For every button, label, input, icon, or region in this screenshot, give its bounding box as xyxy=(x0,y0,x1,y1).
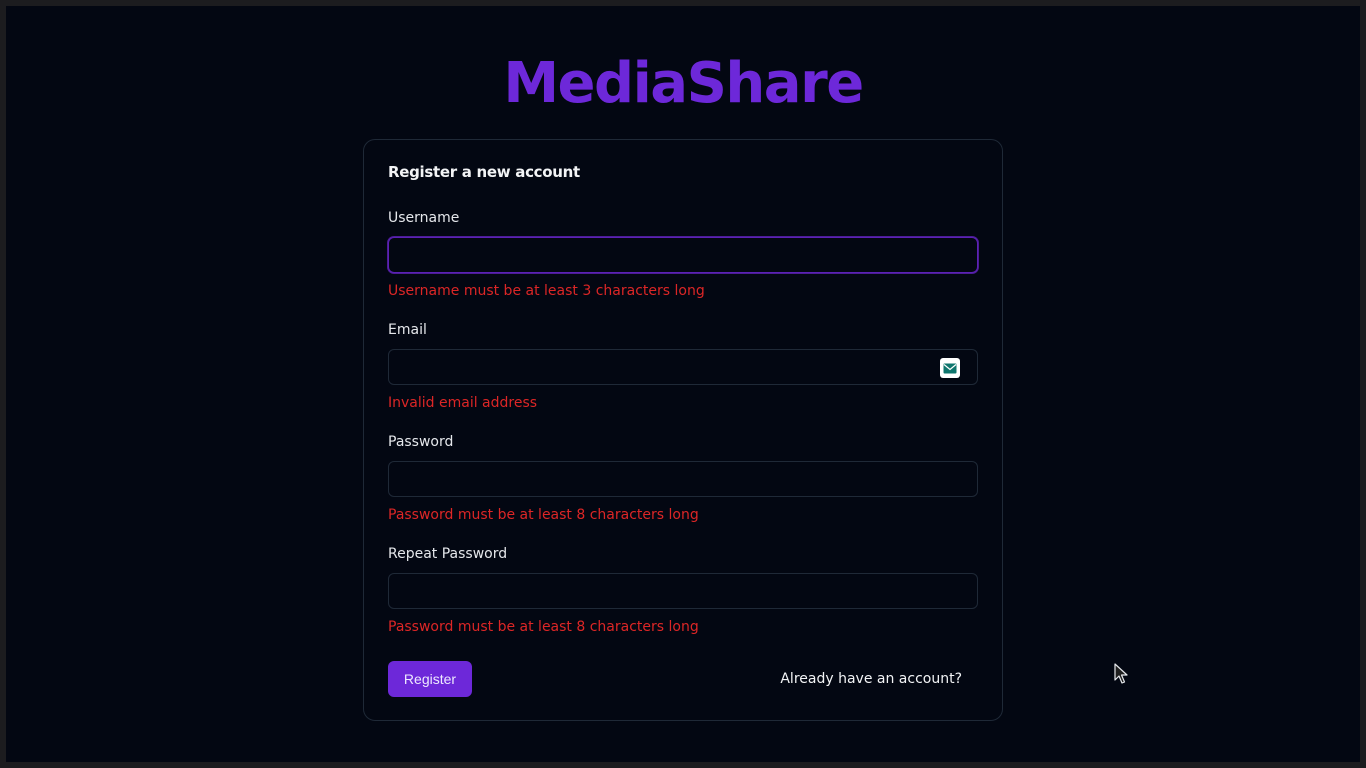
password-label: Password xyxy=(388,434,454,450)
repeat-password-input[interactable] xyxy=(388,573,978,609)
password-field-group: Password Password must be at least 8 cha… xyxy=(388,432,978,525)
mail-icon[interactable] xyxy=(940,358,960,378)
username-label: Username xyxy=(388,210,460,226)
email-field-group: Email Invalid email address xyxy=(388,320,978,413)
email-input[interactable] xyxy=(388,349,978,385)
login-link[interactable]: Already have an account? xyxy=(780,669,962,689)
username-error: Username must be at least 3 characters l… xyxy=(388,283,705,299)
password-error: Password must be at least 8 characters l… xyxy=(388,507,699,523)
repeat-password-label: Repeat Password xyxy=(388,546,508,562)
app-window: MediaShare Register a new account Userna… xyxy=(6,6,1360,762)
form-title: Register a new account xyxy=(388,163,580,181)
register-button[interactable]: Register xyxy=(388,661,472,697)
brand-title: MediaShare xyxy=(503,51,864,116)
register-form: Register a new account Username Username… xyxy=(363,139,1003,721)
repeat-password-field-group: Repeat Password Password must be at leas… xyxy=(388,544,978,637)
email-error: Invalid email address xyxy=(388,395,538,411)
mouse-pointer-icon xyxy=(1114,663,1128,684)
repeat-password-error: Password must be at least 8 characters l… xyxy=(388,619,699,635)
username-field-group: Username Username must be at least 3 cha… xyxy=(388,208,978,301)
email-label: Email xyxy=(388,322,427,338)
username-input[interactable] xyxy=(388,237,978,273)
password-input[interactable] xyxy=(388,461,978,497)
